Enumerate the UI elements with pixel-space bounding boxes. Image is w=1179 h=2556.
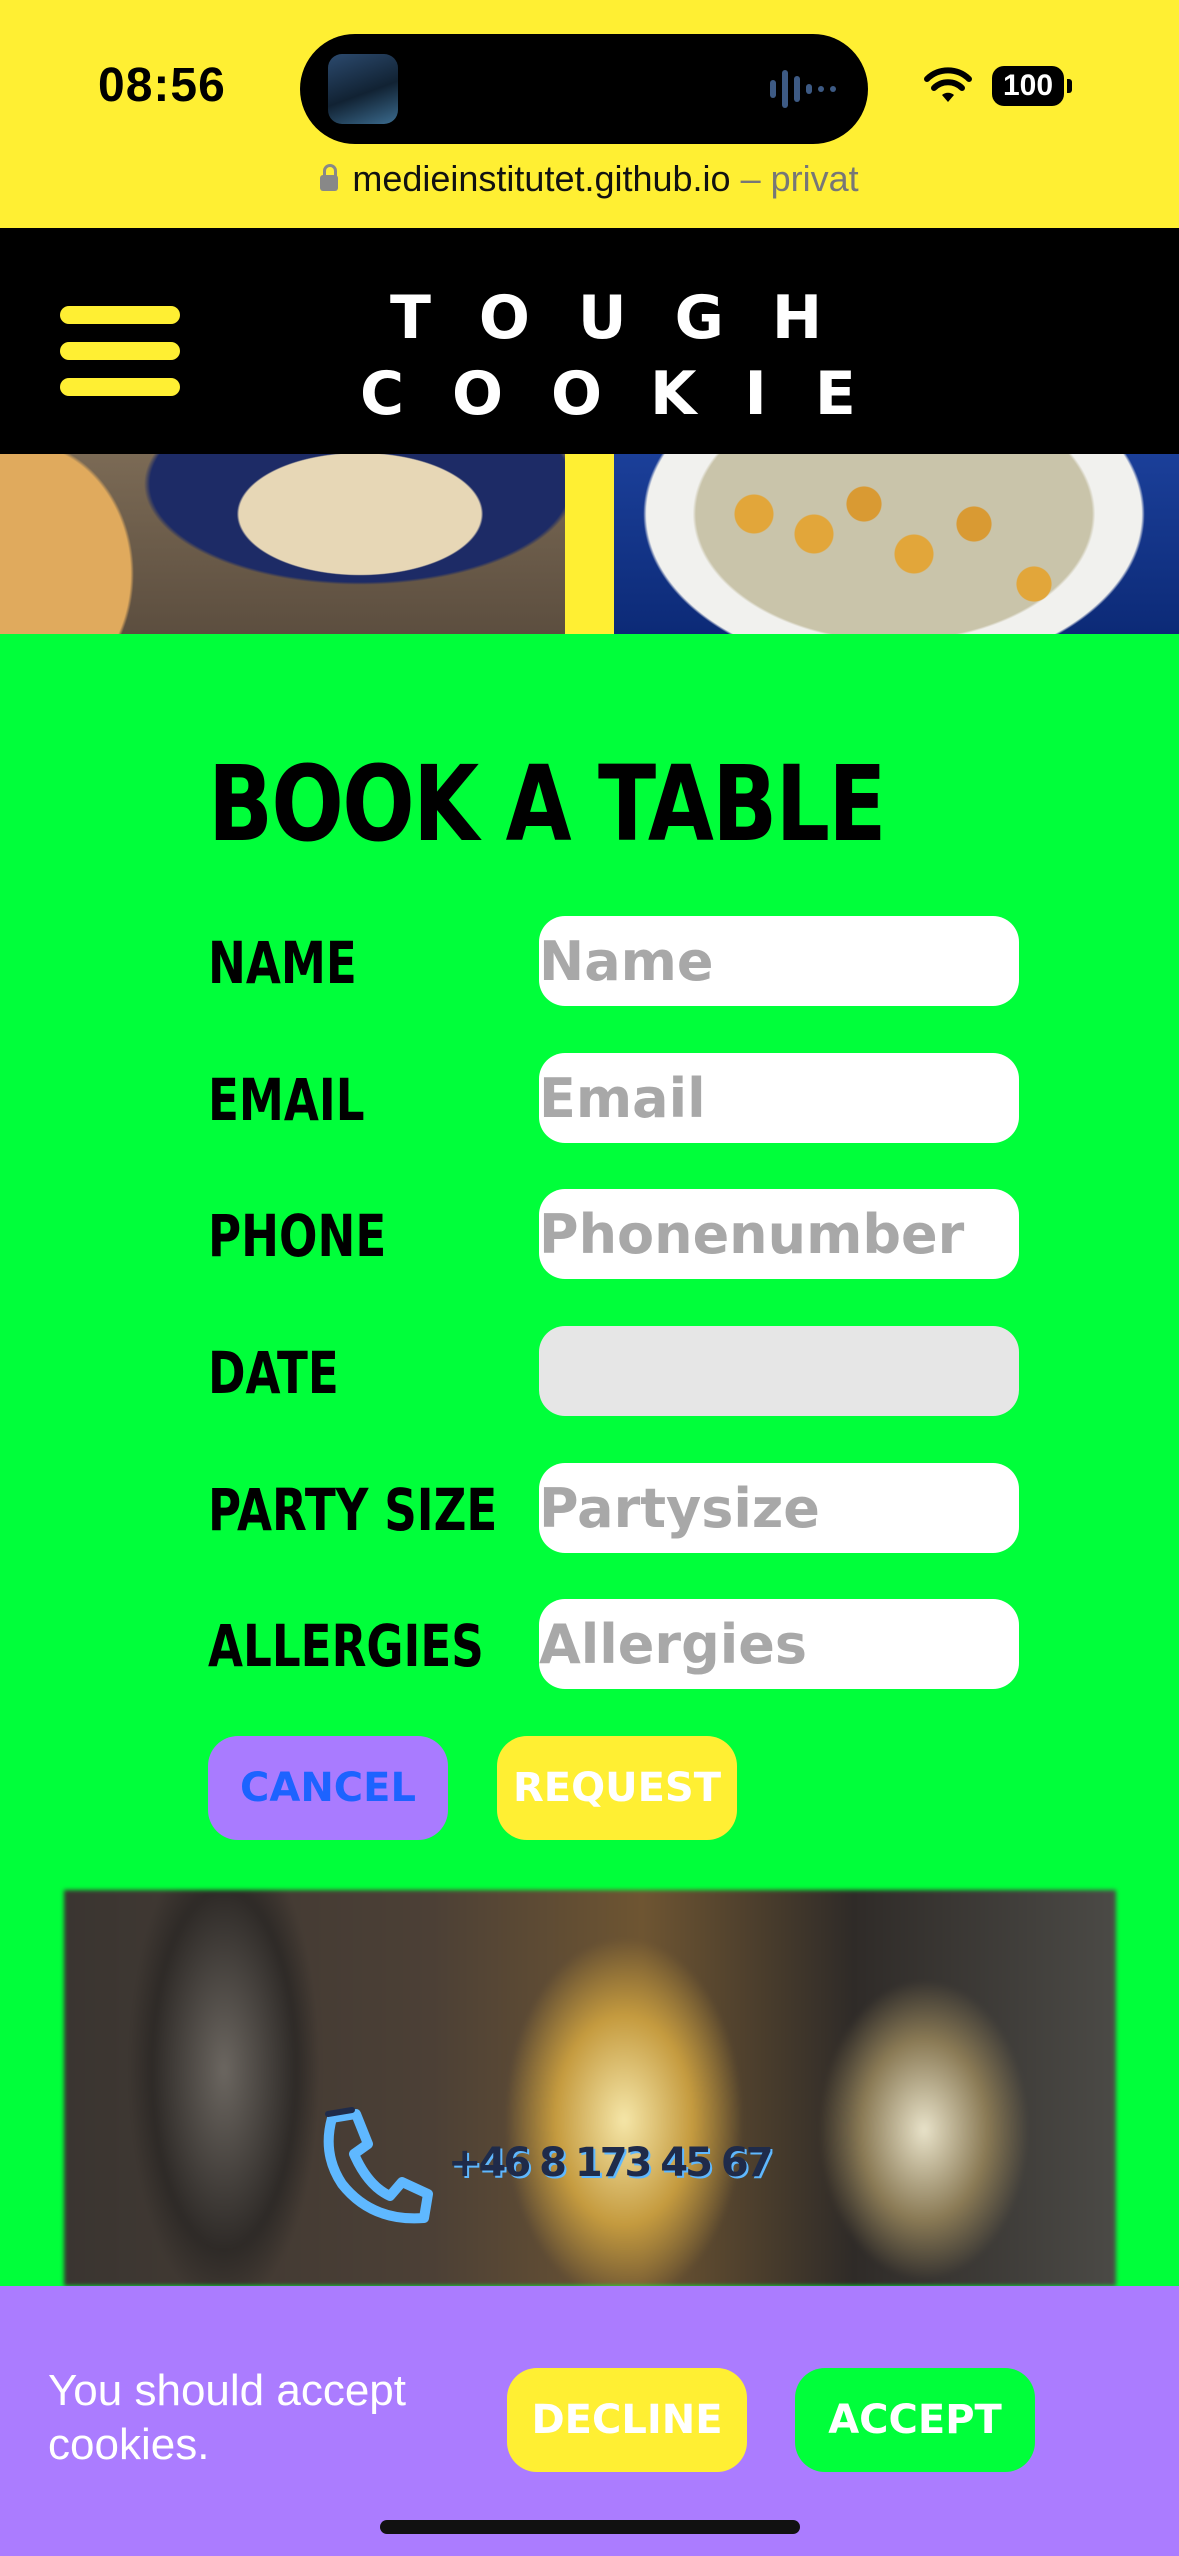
email-label: EMAIL bbox=[208, 1066, 365, 1134]
name-field[interactable] bbox=[539, 916, 1019, 1006]
date-field[interactable] bbox=[539, 1326, 1019, 1416]
phone-icon bbox=[323, 2107, 433, 2224]
decline-cookies-button[interactable]: DECLINE bbox=[507, 2368, 747, 2472]
hero-image-strip bbox=[0, 454, 1179, 634]
now-playing-thumbnail bbox=[328, 54, 398, 124]
email-field[interactable] bbox=[539, 1053, 1019, 1143]
accept-cookies-button[interactable]: ACCEPT bbox=[795, 2368, 1035, 2472]
clock: 08:56 bbox=[98, 59, 226, 112]
private-mode-label: – privat bbox=[730, 158, 859, 199]
lock-icon bbox=[320, 164, 339, 191]
form-row-date: DATE bbox=[208, 1326, 1019, 1416]
restaurant-interior-photo bbox=[64, 1890, 1116, 2286]
cancel-button[interactable]: CANCEL bbox=[208, 1736, 448, 1840]
status-bar: 08:56 100 medieinstitutet.github.io – pr… bbox=[0, 0, 1179, 228]
url-text: medieinstitutet.github.io bbox=[352, 158, 731, 199]
hamburger-icon[interactable] bbox=[60, 306, 180, 396]
logo-line-1: TOUGH bbox=[389, 283, 871, 353]
party-size-label: PARTY SIZE bbox=[208, 1476, 498, 1544]
party-size-field[interactable] bbox=[539, 1463, 1019, 1553]
site-logo[interactable]: TOUGH COOKIE bbox=[360, 280, 900, 432]
name-label: NAME bbox=[208, 929, 357, 997]
cookie-message: You should accept cookies. bbox=[48, 2366, 406, 2469]
form-row-email: EMAIL bbox=[208, 1053, 1019, 1143]
form-row-phone: PHONE bbox=[208, 1189, 1019, 1279]
hummus-photo-left bbox=[0, 454, 565, 634]
dynamic-island bbox=[300, 34, 868, 144]
request-button[interactable]: REQUEST bbox=[497, 1736, 737, 1840]
allergies-label: ALLERGIES bbox=[208, 1612, 484, 1680]
site-header: TOUGH COOKIE bbox=[0, 228, 1179, 454]
allergies-field[interactable] bbox=[539, 1599, 1019, 1689]
page-title: BOOK A TABLE bbox=[208, 743, 887, 865]
form-row-party-size: PARTY SIZE bbox=[208, 1463, 1019, 1553]
address-bar[interactable]: medieinstitutet.github.io – privat bbox=[0, 158, 1179, 200]
battery-indicator: 100 bbox=[992, 66, 1072, 106]
form-row-allergies: ALLERGIES bbox=[208, 1599, 1019, 1689]
wifi-icon bbox=[924, 67, 972, 102]
audio-waveform-icon bbox=[770, 70, 836, 108]
logo-line-2: COOKIE bbox=[360, 359, 904, 429]
date-label: DATE bbox=[208, 1339, 339, 1407]
phone-label: PHONE bbox=[208, 1202, 387, 1270]
cookie-banner: You should accept cookies. DECLINE ACCEP… bbox=[0, 2286, 1179, 2556]
form-row-name: NAME bbox=[208, 916, 1019, 1006]
phone-field[interactable] bbox=[539, 1189, 1019, 1279]
phone-number[interactable]: +46 8 173 45 67 bbox=[448, 2140, 774, 2186]
hummus-photo-right bbox=[614, 454, 1179, 634]
home-indicator[interactable] bbox=[380, 2520, 800, 2534]
